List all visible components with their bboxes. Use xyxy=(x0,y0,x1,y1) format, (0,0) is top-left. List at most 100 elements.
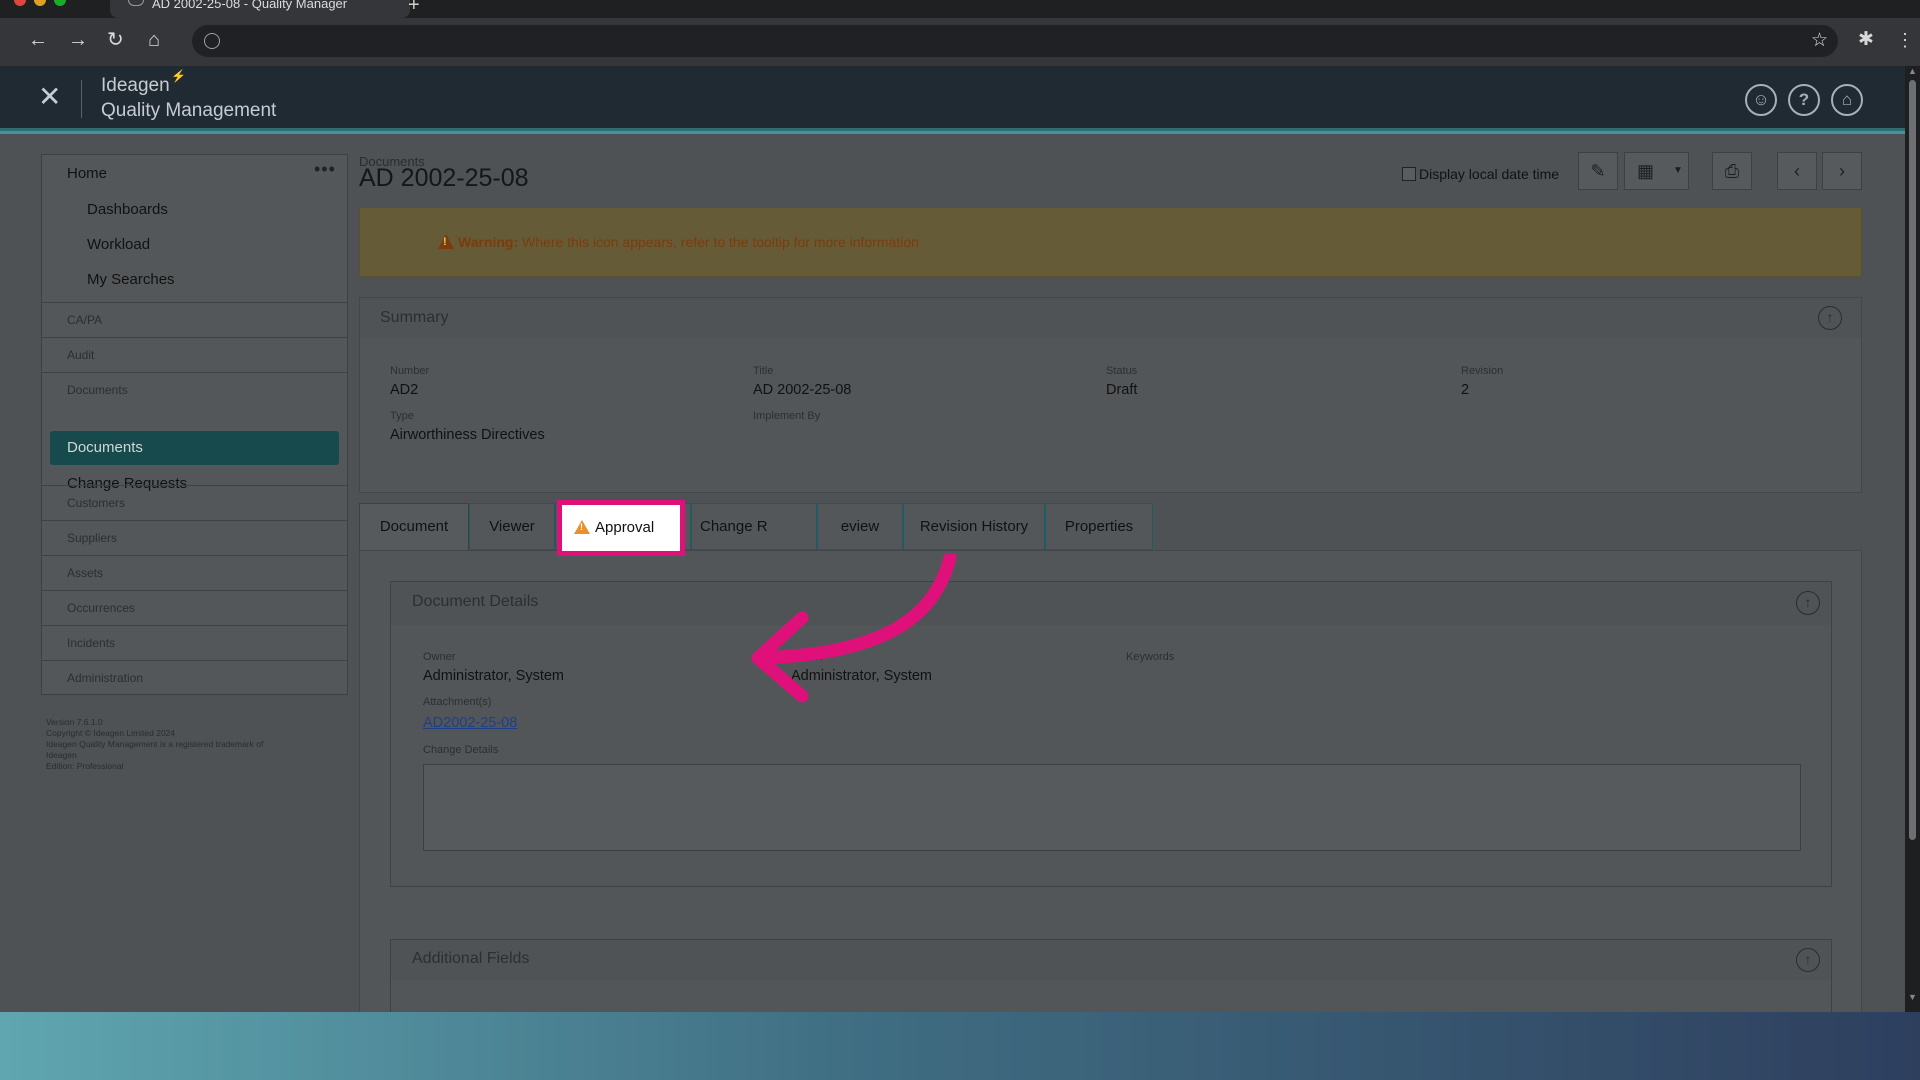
status-label: Status xyxy=(1106,365,1138,377)
tab-review[interactable]: eview xyxy=(817,503,903,550)
scroll-down-icon[interactable]: ▼ xyxy=(1908,992,1917,1002)
additional-fields-title: Additional Fields xyxy=(412,950,530,967)
chevron-left-icon: ‹ xyxy=(1794,161,1800,181)
maximize-window-dot[interactable] xyxy=(54,0,66,6)
warning-label: Warning: xyxy=(458,234,519,250)
sidebar-item-home[interactable]: Home xyxy=(67,165,107,182)
attachment-link[interactable]: AD2002-25-08 xyxy=(423,715,517,731)
sidebar-section-incidents[interactable]: Incidents xyxy=(42,625,347,660)
close-icon[interactable]: ✕ xyxy=(38,80,61,113)
tab-viewer[interactable]: Viewer xyxy=(469,503,555,550)
owner-label: Owner xyxy=(423,651,456,663)
collapse-summary-icon[interactable]: ↑ xyxy=(1818,306,1842,330)
type-label: Type xyxy=(390,410,414,422)
next-record-button[interactable]: › xyxy=(1822,152,1862,190)
minimize-window-dot[interactable] xyxy=(34,0,46,6)
more-options-icon[interactable]: ••• xyxy=(314,159,336,180)
page-title: AD 2002-25-08 xyxy=(359,164,529,192)
printer-icon: ⎙ xyxy=(1724,161,1740,181)
help-icon[interactable]: ? xyxy=(1788,84,1820,116)
warning-banner: ! Warning: Where this icon appears, refe… xyxy=(359,207,1862,277)
implement-by-label: Implement By xyxy=(753,410,821,422)
new-tab-button[interactable]: + xyxy=(408,0,420,17)
close-window-dot[interactable] xyxy=(14,0,26,6)
tab-change-requests[interactable]: Change R xyxy=(691,503,817,550)
tab-approval[interactable]: ! Approval xyxy=(557,500,685,556)
content-area: Home ••• Dashboards Workload My Searches… xyxy=(0,134,1905,1012)
trademark-line-2: Ideagen xyxy=(46,750,77,760)
collapse-document-details-icon[interactable]: ↑ xyxy=(1796,591,1820,615)
collapse-additional-fields-icon[interactable]: ↑ xyxy=(1796,948,1820,972)
display-local-date-time-toggle[interactable]: Display local date time xyxy=(1402,166,1559,182)
approval-warning-mark: ! xyxy=(580,522,583,532)
revision-value: 2 xyxy=(1461,382,1470,398)
change-details-field[interactable] xyxy=(423,764,1801,851)
scroll-up-icon[interactable]: ▲ xyxy=(1908,66,1917,76)
summary-panel: Summary ↑ Number AD2 Title AD 2002-25-08… xyxy=(359,297,1862,493)
header-divider xyxy=(81,80,82,118)
desktop-background xyxy=(0,1012,1920,1080)
scroll-thumb[interactable] xyxy=(1909,80,1916,840)
warning-icon-mark: ! xyxy=(443,236,447,248)
warning-message: Warning: Where this icon appears, refer … xyxy=(458,234,919,250)
copyright-line: Copyright © Ideagen Limited 2024 xyxy=(46,728,176,738)
tab-approval-label: Approval xyxy=(595,519,655,536)
brand-name: Ideagen xyxy=(101,75,170,96)
home-icon[interactable]: ⌂ xyxy=(1831,84,1863,116)
version-info: Version 7.6.1.0 Copyright © Ideagen Limi… xyxy=(46,717,316,772)
grid-icon: ▦ xyxy=(1637,161,1655,181)
forward-icon[interactable]: → xyxy=(68,30,88,50)
site-info-icon[interactable] xyxy=(204,33,220,49)
user-icon[interactable]: ☺ xyxy=(1745,84,1777,116)
additional-fields-panel: Additional Fields ↑ xyxy=(390,939,1832,1012)
sidebar-section-documents[interactable]: Documents xyxy=(42,372,347,407)
brand-spark-icon: ⚡ xyxy=(171,69,186,83)
home-browser-icon[interactable]: ⌂ xyxy=(148,30,160,50)
chevron-right-icon: › xyxy=(1839,161,1845,181)
sidebar-item-documents[interactable]: Documents xyxy=(50,431,339,465)
title-label: Title xyxy=(753,365,774,377)
bookmark-star-icon[interactable]: ☆ xyxy=(1811,29,1828,52)
revision-label: Revision xyxy=(1461,365,1504,377)
sidebar: Home ••• Dashboards Workload My Searches… xyxy=(41,154,348,695)
print-button[interactable]: ⎙ xyxy=(1712,152,1752,190)
tab-document[interactable]: Document xyxy=(359,503,469,550)
sidebar-section-audit[interactable]: Audit xyxy=(42,337,347,372)
browser-menu-icon[interactable]: ⋮ xyxy=(1896,30,1914,50)
sidebar-section-suppliers[interactable]: Suppliers xyxy=(42,520,347,555)
sidebar-section-assets[interactable]: Assets xyxy=(42,555,347,590)
view-menu-button[interactable]: ▦ ▼ xyxy=(1624,152,1689,190)
status-value: Draft xyxy=(1106,382,1138,398)
browser-tab-title: AD 2002-25-08 - Quality Manager xyxy=(152,0,348,11)
sidebar-item-dashboards[interactable]: Dashboards xyxy=(87,201,168,218)
tab-properties[interactable]: Properties xyxy=(1045,503,1153,550)
app-header: ✕ Ideagen ⚡ Quality Management ☺ ? ⌂ xyxy=(0,66,1920,131)
edit-button[interactable]: ✎ xyxy=(1578,152,1618,190)
attachments-label: Attachment(s) xyxy=(423,696,492,708)
page-scrollbar[interactable]: ▲ ▼ xyxy=(1905,66,1920,1012)
browser-tab[interactable]: AD 2002-25-08 - Quality Manager xyxy=(110,0,410,18)
product-name: Quality Management xyxy=(101,100,277,121)
sidebar-item-workload[interactable]: Workload xyxy=(87,236,150,253)
address-bar[interactable]: ☆ xyxy=(192,25,1838,57)
annotation-arrow-icon xyxy=(751,554,957,703)
reload-icon[interactable]: ↻ xyxy=(107,30,124,50)
document-details-panel: Document Details ↑ Owner Administrator, … xyxy=(390,581,1832,887)
extensions-icon[interactable]: ✱ xyxy=(1858,30,1874,50)
sidebar-section-occurrences[interactable]: Occurrences xyxy=(42,590,347,625)
sidebar-item-my-searches[interactable]: My Searches xyxy=(87,271,175,288)
summary-header: Summary ↑ xyxy=(360,298,1861,338)
display-local-date-time-label: Display local date time xyxy=(1419,166,1560,182)
previous-record-button[interactable]: ‹ xyxy=(1777,152,1817,190)
display-local-date-time-checkbox[interactable] xyxy=(1402,167,1416,181)
document-details-title: Document Details xyxy=(412,593,539,610)
back-icon[interactable]: ← xyxy=(28,30,48,50)
tab-revision-history[interactable]: Revision History xyxy=(903,503,1045,550)
sidebar-section-administration[interactable]: Administration xyxy=(42,660,347,695)
keywords-label: Keywords xyxy=(1126,651,1175,663)
version-line: Version 7.6.1.0 xyxy=(46,717,103,727)
sidebar-section-capa[interactable]: CA/PA xyxy=(42,302,347,337)
sidebar-section-customers[interactable]: Customers xyxy=(42,485,347,520)
summary-title: Summary xyxy=(380,309,449,326)
additional-fields-header: Additional Fields ↑ xyxy=(391,940,1831,980)
